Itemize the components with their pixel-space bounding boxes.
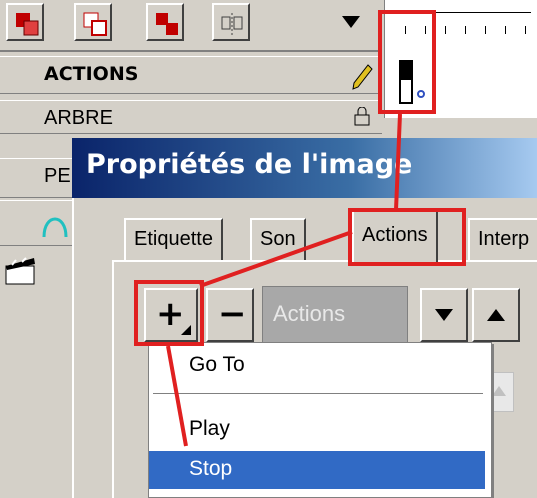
annotation-connectors: [166, 113, 402, 447]
